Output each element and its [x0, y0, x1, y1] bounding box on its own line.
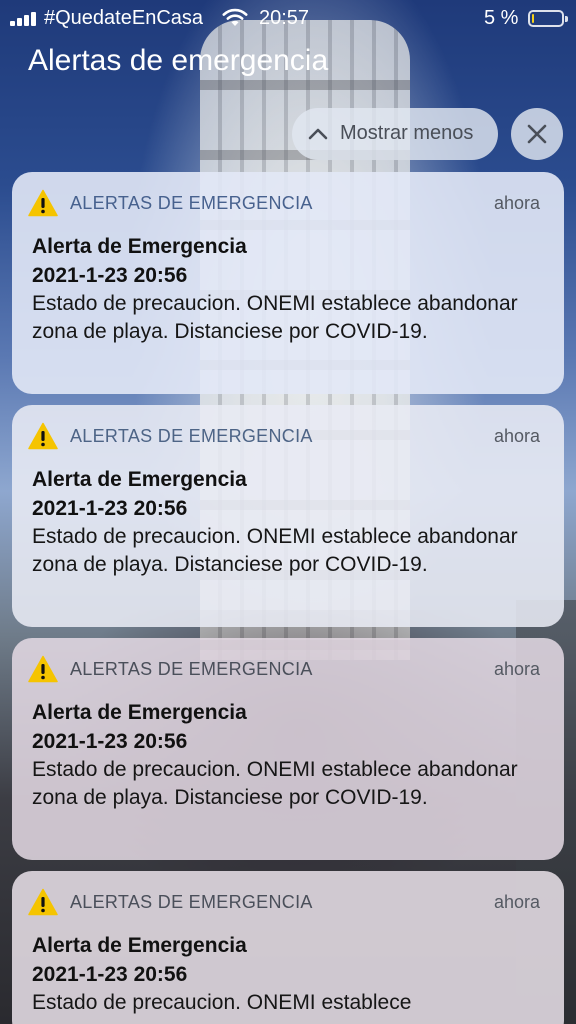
emergency-alert-notification[interactable]: ALERTAS DE EMERGENCIA ahora Alerta de Em… [12, 638, 564, 860]
notification-date: 2021-1-23 20:56 [32, 730, 188, 753]
carrier-name: #QuedateEnCasa [44, 7, 204, 29]
emergency-alert-notification[interactable]: ALERTAS DE EMERGENCIA ahora Alerta de Em… [12, 172, 564, 394]
emergency-alert-notification[interactable]: ALERTAS DE EMERGENCIA ahora Alerta de Em… [12, 871, 564, 1024]
battery-percentage: 5 % [484, 7, 519, 29]
notification-app-name: ALERTAS DE EMERGENCIA [70, 193, 313, 213]
show-less-button[interactable]: Mostrar menos [292, 108, 498, 160]
warning-triangle-icon [28, 888, 58, 916]
notification-app-name: ALERTAS DE EMERGENCIA [70, 426, 313, 446]
notification-time: ahora [493, 892, 540, 912]
notification-body: Estado de precaucion. ONEMI establece ab… [32, 525, 518, 576]
emergency-alert-notification[interactable]: ALERTAS DE EMERGENCIA ahora Alerta de Em… [12, 405, 564, 627]
notification-time: ahora [493, 426, 540, 446]
notification-app-name: ALERTAS DE EMERGENCIA [70, 659, 313, 679]
notification-title: Alerta de Emergencia [32, 934, 247, 957]
notification-app-name: ALERTAS DE EMERGENCIA [70, 892, 313, 912]
notification-body: Estado de precaucion. ONEMI establece ab… [32, 758, 518, 809]
battery-icon [528, 10, 568, 27]
status-bar: #QuedateEnCasa 20:57 5 % [0, 0, 576, 38]
notification-title: Alerta de Emergencia [32, 701, 247, 724]
notification-date: 2021-1-23 20:56 [32, 497, 188, 520]
notification-body: Estado de precaucion. ONEMI establece [32, 991, 412, 1014]
notification-date: 2021-1-23 20:56 [32, 264, 188, 287]
notification-body: Estado de precaucion. ONEMI establece ab… [32, 292, 518, 343]
close-button[interactable] [511, 108, 563, 160]
battery-level [532, 14, 534, 23]
warning-triangle-icon [28, 422, 58, 450]
signal-icon [10, 12, 40, 26]
warning-triangle-icon [28, 655, 58, 683]
notification-title: Alerta de Emergencia [32, 468, 247, 491]
show-less-label: Mostrar menos [340, 122, 474, 144]
notification-time: ahora [493, 193, 540, 213]
status-time: 20:57 [259, 7, 310, 29]
notification-date: 2021-1-23 20:56 [32, 963, 188, 986]
chevron-up-icon [308, 128, 328, 140]
notification-title: Alerta de Emergencia [32, 235, 247, 258]
warning-triangle-icon [28, 189, 58, 217]
notification-time: ahora [493, 659, 540, 679]
screen-title: Alertas de emergencia [28, 44, 329, 77]
close-icon [527, 124, 547, 144]
wifi-icon [222, 8, 248, 26]
